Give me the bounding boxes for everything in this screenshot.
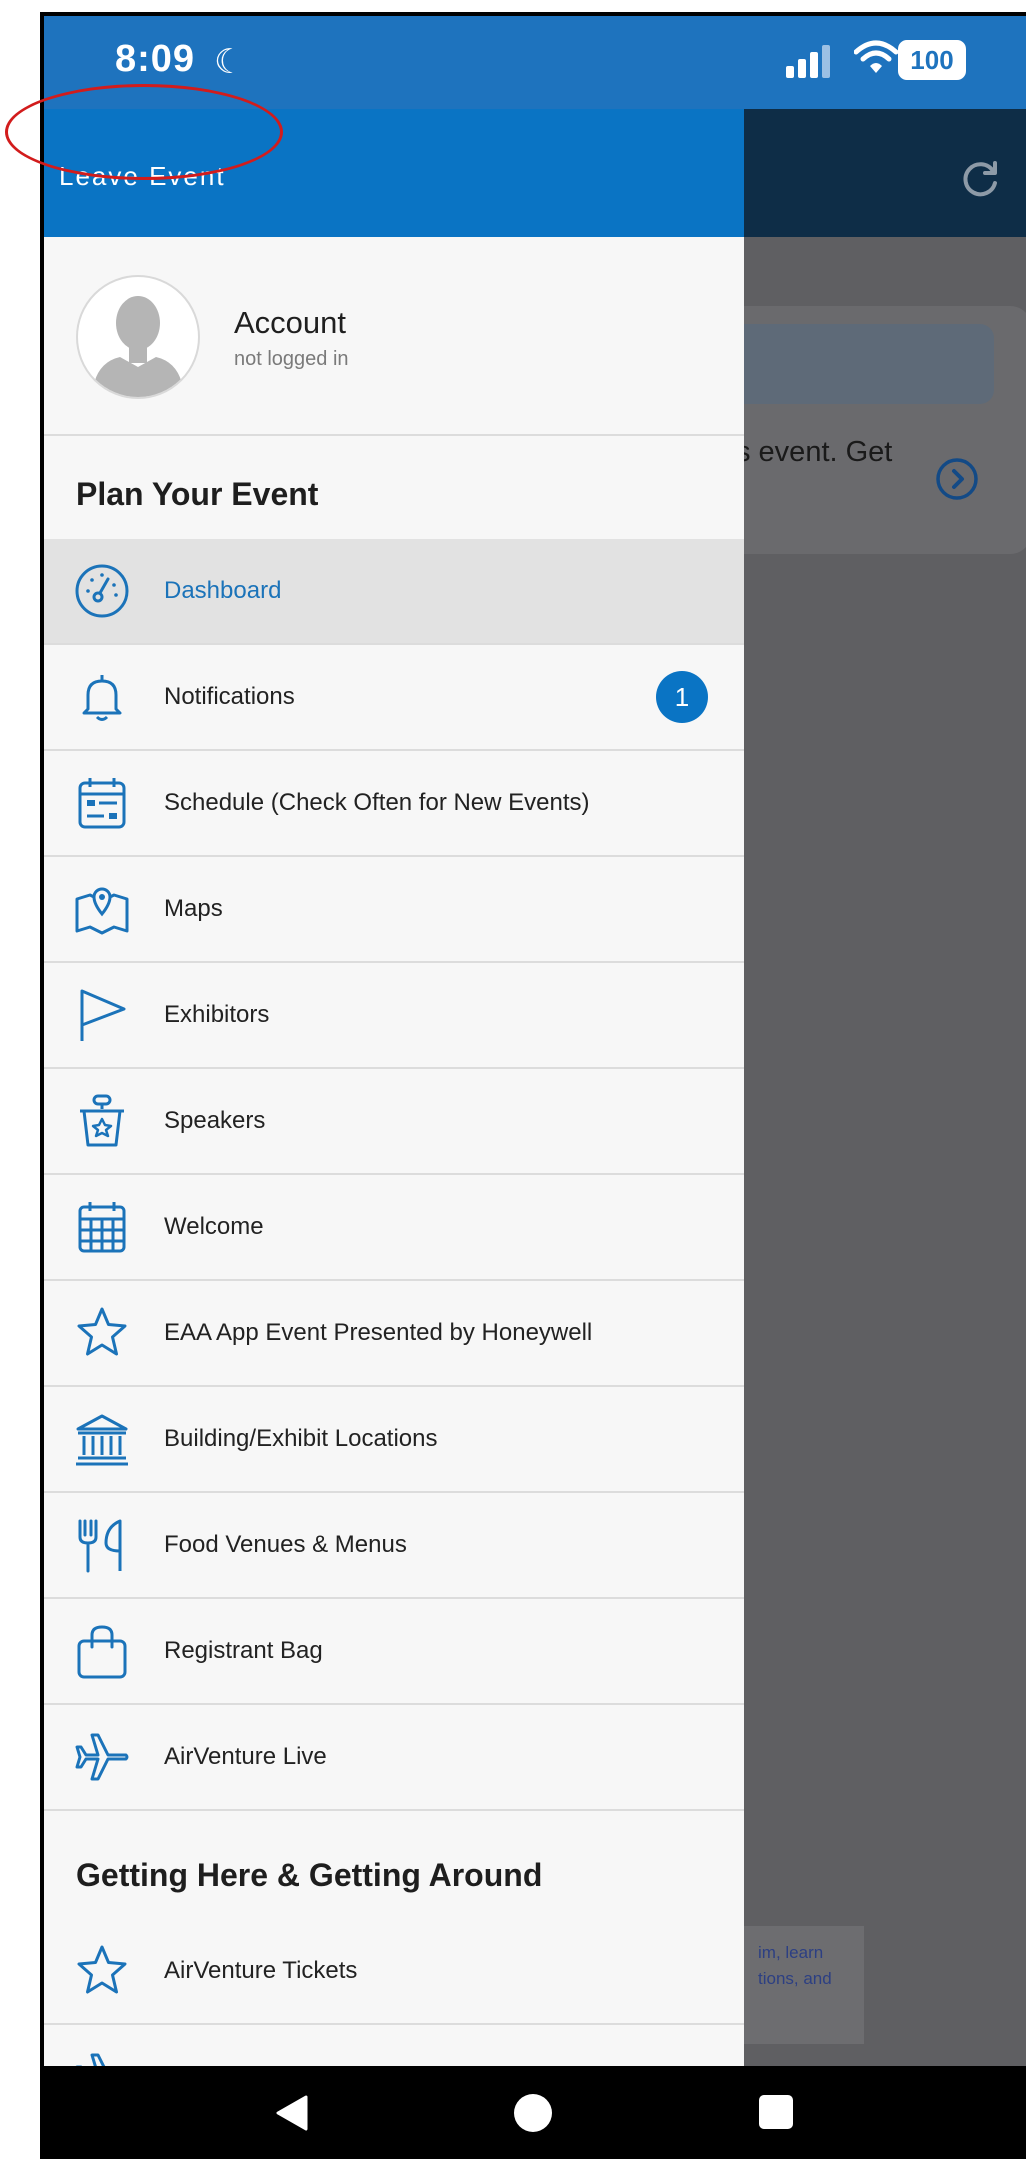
back-icon[interactable]: [274, 2094, 310, 2132]
phone-frame: 8:09 ☾ 100 s event. Get im, learn tions,…: [40, 12, 1026, 2159]
menu-item-registrant-bag[interactable]: Registrant Bag: [44, 1599, 744, 1705]
menu-item-label: Welcome: [164, 1213, 264, 1240]
user-silhouette-icon: [92, 296, 184, 397]
menu-item-label: Registrant Bag: [164, 1637, 323, 1664]
flag-icon: [80, 989, 126, 1041]
bell-icon: [82, 675, 122, 721]
menu-item-schedule[interactable]: Schedule (Check Often for New Events): [44, 751, 744, 857]
menu-item-exhibitors[interactable]: Exhibitors: [44, 963, 744, 1069]
menu-item-dashboard[interactable]: Dashboard: [44, 539, 744, 645]
menu-item-welcome[interactable]: Welcome: [44, 1175, 744, 1281]
account-title: Account: [234, 305, 347, 340]
star-icon: [77, 1945, 127, 1994]
menu-item-label: AirVenture Tickets: [164, 1957, 358, 1984]
building-icon: [76, 1414, 128, 1466]
bag-icon: [77, 1625, 127, 1679]
home-icon[interactable]: [514, 2094, 552, 2132]
battery-icon: 100: [898, 40, 966, 80]
menu-item-food-venues[interactable]: Food Venues & Menus: [44, 1493, 744, 1599]
menu-item-label: Food Venues & Menus: [164, 1531, 407, 1558]
system-nav-bar: [44, 2066, 1026, 2159]
menu-list: Dashboard Notifications 1 Schedule (Chec…: [44, 539, 744, 1811]
chevron-right-icon: [936, 458, 978, 500]
annotation-highlight-ellipse: [5, 84, 283, 180]
screen: 8:09 ☾ 100 s event. Get im, learn tions,…: [44, 16, 1026, 2159]
menu-item-label: Notifications: [164, 683, 295, 710]
menu-item-notifications[interactable]: Notifications 1: [44, 645, 744, 751]
star-icon: [77, 1307, 127, 1356]
menu-item-airventure-live[interactable]: AirVenture Live: [44, 1705, 744, 1811]
menu-item-building-locations[interactable]: Building/Exhibit Locations: [44, 1387, 744, 1493]
menu-list-2: AirVenture Tickets: [44, 1919, 744, 2066]
signal-icon: [786, 45, 830, 78]
menu-item-label: Schedule (Check Often for New Events): [164, 789, 590, 816]
avatar: [76, 275, 200, 399]
status-time: 8:09: [115, 38, 196, 80]
wifi-icon: [854, 40, 898, 73]
speaker-podium-icon: [80, 1094, 124, 1147]
background-header: [744, 109, 1026, 237]
menu-item-label: Building/Exhibit Locations: [164, 1425, 438, 1452]
background-note: im, learn tions, and: [744, 1926, 864, 2044]
menu-item-label: Dashboard: [164, 577, 282, 604]
airplane-icon: [75, 1733, 129, 1781]
map-icon: [75, 887, 129, 935]
menu-item-label: Exhibitors: [164, 1001, 270, 1028]
menu-item-label: EAA App Event Presented by Honeywell: [164, 1319, 593, 1346]
menu-item-label: Speakers: [164, 1107, 266, 1134]
notification-count-badge: 1: [656, 671, 708, 723]
section-getting-here: Getting Here & Getting Around: [76, 1857, 543, 1893]
menu-item-maps[interactable]: Maps: [44, 857, 744, 963]
fork-knife-icon: [78, 1519, 122, 1573]
recent-apps-icon[interactable]: [759, 2095, 793, 2129]
menu-item-label: Maps: [164, 895, 223, 922]
moon-icon: ☾: [214, 43, 245, 81]
menu-item-partial[interactable]: [44, 2025, 744, 2066]
account-section[interactable]: Account not logged in: [44, 237, 744, 436]
section-plan-your-event: Plan Your Event: [76, 476, 319, 512]
account-subtitle: not logged in: [234, 348, 349, 370]
calendar-schedule-icon: [78, 778, 126, 829]
menu-item-eaa-app-event[interactable]: EAA App Event Presented by Honeywell: [44, 1281, 744, 1387]
calendar-grid-icon: [78, 1202, 126, 1253]
navigation-drawer: Leave Event Account not logged in Plan Y…: [44, 109, 744, 2066]
background-card-text: s event. Get: [736, 436, 893, 468]
menu-item-airventure-tickets[interactable]: AirVenture Tickets: [44, 1919, 744, 2025]
menu-item-speakers[interactable]: Speakers: [44, 1069, 744, 1175]
airplane-icon: [75, 2053, 106, 2066]
dashboard-icon: [75, 564, 129, 618]
refresh-icon: [963, 161, 997, 197]
menu-item-label: AirVenture Live: [164, 1743, 327, 1770]
